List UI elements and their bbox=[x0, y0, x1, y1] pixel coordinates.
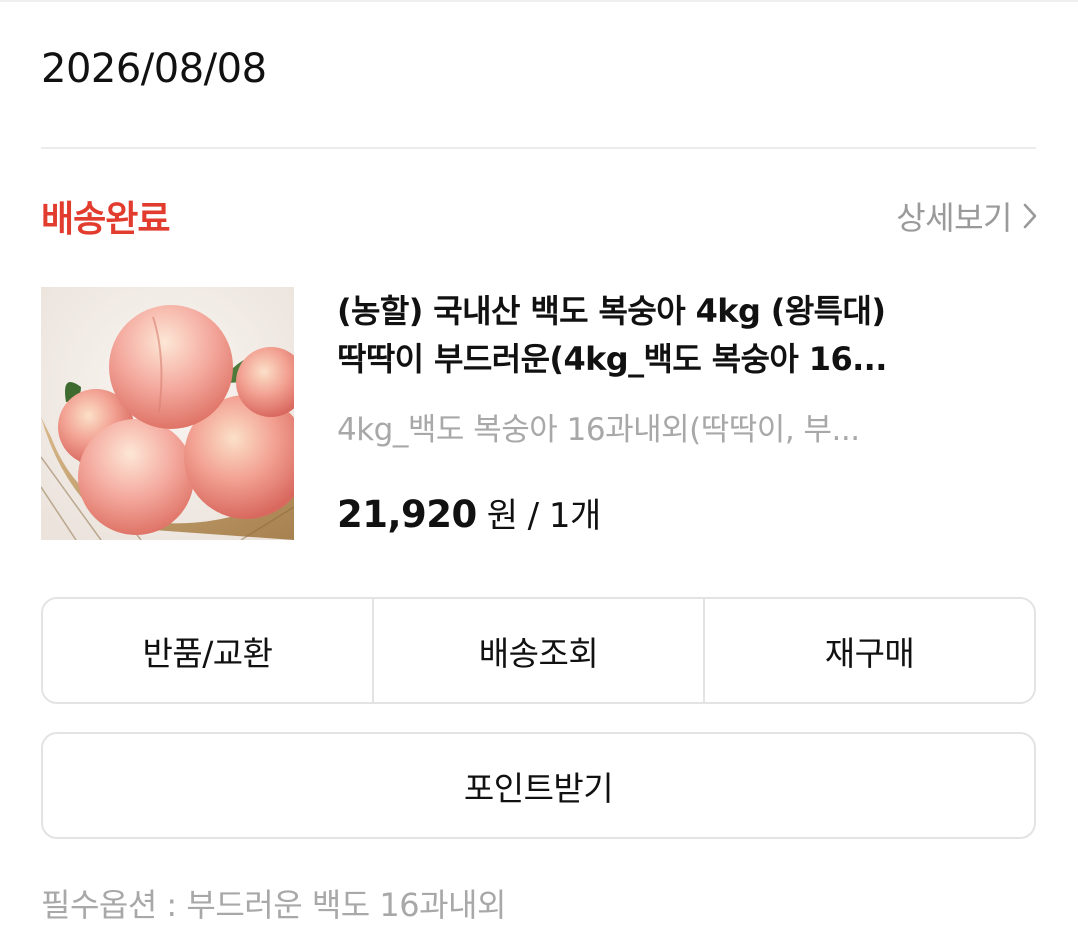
get-points-button[interactable]: 포인트받기 bbox=[41, 732, 1036, 839]
delivery-status: 배송완료 bbox=[41, 199, 170, 240]
top-divider bbox=[0, 0, 1078, 2]
section-divider bbox=[41, 147, 1036, 149]
view-details-link[interactable]: 상세보기 bbox=[896, 193, 1038, 239]
return-exchange-button[interactable]: 반품/교환 bbox=[43, 599, 372, 702]
view-details-label: 상세보기 bbox=[896, 199, 1012, 237]
product-name[interactable]: (농할) 국내산 백도 복숭아 4kg (왕특대) 딱딱이 부드러운(4kg_백… bbox=[337, 287, 1037, 383]
order-date: 2026/08/08 bbox=[41, 46, 267, 92]
product-thumbnail[interactable] bbox=[41, 287, 294, 540]
order-quantity: / 1개 bbox=[527, 496, 602, 536]
product-name-line2: 딱딱이 부드러운(4kg_백도 복숭아 16... bbox=[337, 340, 887, 378]
track-delivery-button[interactable]: 배송조회 bbox=[372, 599, 703, 702]
product-name-line1: (농할) 국내산 백도 복숭아 4kg (왕특대) bbox=[337, 292, 886, 330]
chevron-right-icon bbox=[1022, 202, 1038, 230]
product-price: 21,920 원 / 1개 bbox=[337, 488, 601, 537]
order-action-buttons: 반품/교환 배송조회 재구매 bbox=[41, 597, 1036, 704]
price-amount: 21,920 bbox=[337, 493, 477, 536]
reorder-button[interactable]: 재구매 bbox=[703, 599, 1034, 702]
required-option-text: 필수옵션 : 부드러운 백도 16과내외 bbox=[41, 886, 506, 924]
price-currency: 원 bbox=[486, 496, 518, 536]
order-item-page: 2026/08/08 배송완료 상세보기 (농할) 국내산 백도 복숭아 4kg… bbox=[0, 0, 1078, 928]
product-option: 4kg_백도 복숭아 16과내외(딱딱이, 부... bbox=[337, 412, 860, 448]
